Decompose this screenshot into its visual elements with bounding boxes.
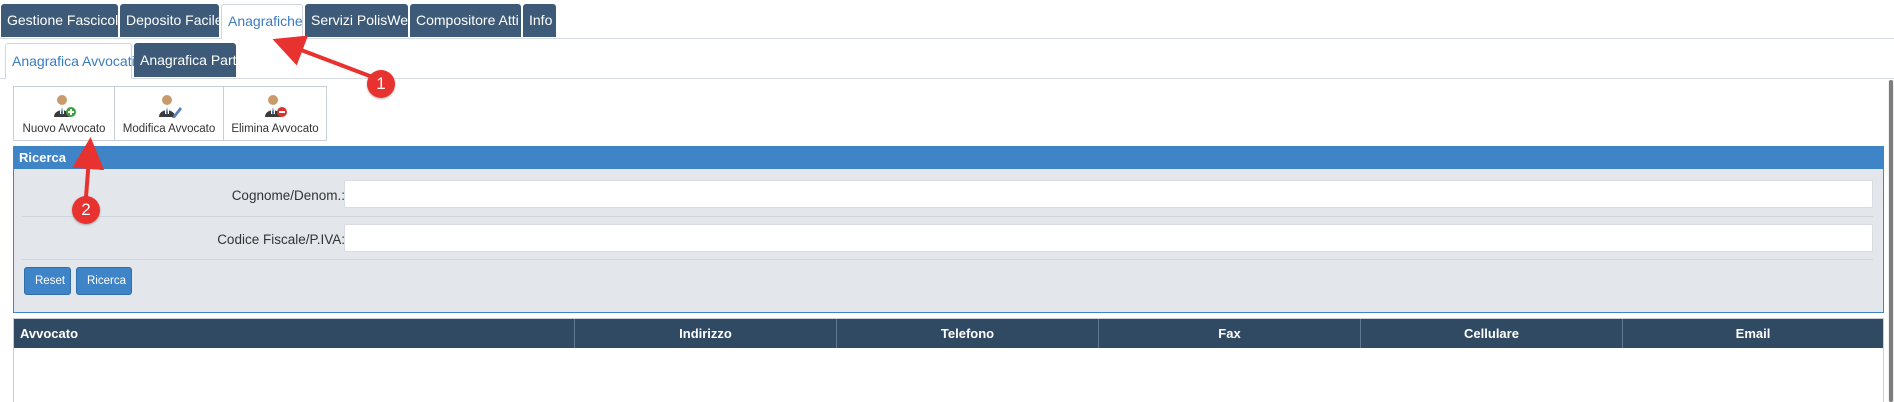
column-header-email[interactable]: Email (1622, 319, 1883, 348)
column-header-avvocato[interactable]: Avvocato (14, 319, 574, 348)
edit-lawyer-label: Modifica Avvocato (122, 123, 216, 135)
surname-label: Cognome/Denom.: (231, 188, 345, 203)
new-lawyer-button[interactable]: Nuovo Avvocato (13, 86, 115, 141)
taxcode-label: Codice Fiscale/P.IVA: (217, 232, 345, 247)
tab-gestione-fascicoli[interactable]: Gestione Fascicoli (1, 4, 121, 37)
toolbar: Nuovo Avvocato Modifica Avvocato Elimina… (13, 86, 327, 141)
tab-anagrafiche[interactable]: Anagrafiche (221, 4, 303, 39)
column-header-indirizzo[interactable]: Indirizzo (574, 319, 836, 348)
divider (22, 259, 1873, 260)
annotation-badge-2: 2 (72, 196, 100, 224)
sub-tab-bar: Anagrafica Avvocati Anagrafica Parti (0, 43, 1894, 79)
tab-servizi-polisweb[interactable]: Servizi PolisWeb (305, 4, 416, 37)
taxcode-input[interactable] (344, 224, 1873, 252)
tab-anagrafica-parti[interactable]: Anagrafica Parti (134, 43, 240, 77)
surname-row: Cognome/Denom.: (22, 176, 1873, 216)
scrollbar-thumb[interactable] (1889, 80, 1893, 402)
search-button[interactable]: Ricerca (76, 267, 132, 295)
surname-input[interactable] (344, 180, 1873, 208)
taxcode-row: Codice Fiscale/P.IVA: (22, 220, 1873, 260)
tab-deposito-facile[interactable]: Deposito Facile (120, 4, 223, 37)
tab-compositore-atti[interactable]: Compositore Atti (410, 4, 521, 37)
column-header-telefono[interactable]: Telefono (836, 319, 1098, 348)
lawyers-table: Avvocato Indirizzo Telefono Fax Cellular… (13, 318, 1884, 402)
tab-anagrafica-avvocati[interactable]: Anagrafica Avvocati (5, 43, 135, 79)
reset-button[interactable]: Reset (24, 267, 71, 295)
add-user-icon (51, 93, 77, 119)
remove-user-icon (262, 93, 288, 119)
delete-lawyer-button[interactable]: Elimina Avvocato (223, 86, 327, 141)
divider (22, 216, 1873, 217)
annotation-badge-1: 1 (367, 70, 395, 98)
search-panel: Ricerca Cognome/Denom.: Codice Fiscale/P… (13, 146, 1884, 313)
table-header: Avvocato Indirizzo Telefono Fax Cellular… (14, 319, 1883, 348)
new-lawyer-label: Nuovo Avvocato (22, 123, 106, 135)
edit-lawyer-button[interactable]: Modifica Avvocato (114, 86, 224, 141)
page-scrollbar[interactable] (1888, 80, 1894, 402)
delete-lawyer-label: Elimina Avvocato (231, 123, 319, 135)
column-header-cellulare[interactable]: Cellulare (1360, 319, 1622, 348)
tab-info[interactable]: Info (523, 4, 556, 37)
main-tab-bar: Gestione Fascicoli Deposito Facile Anagr… (0, 0, 1894, 39)
edit-user-icon (156, 93, 182, 119)
search-panel-title: Ricerca (14, 147, 1883, 169)
column-header-fax[interactable]: Fax (1098, 319, 1360, 348)
